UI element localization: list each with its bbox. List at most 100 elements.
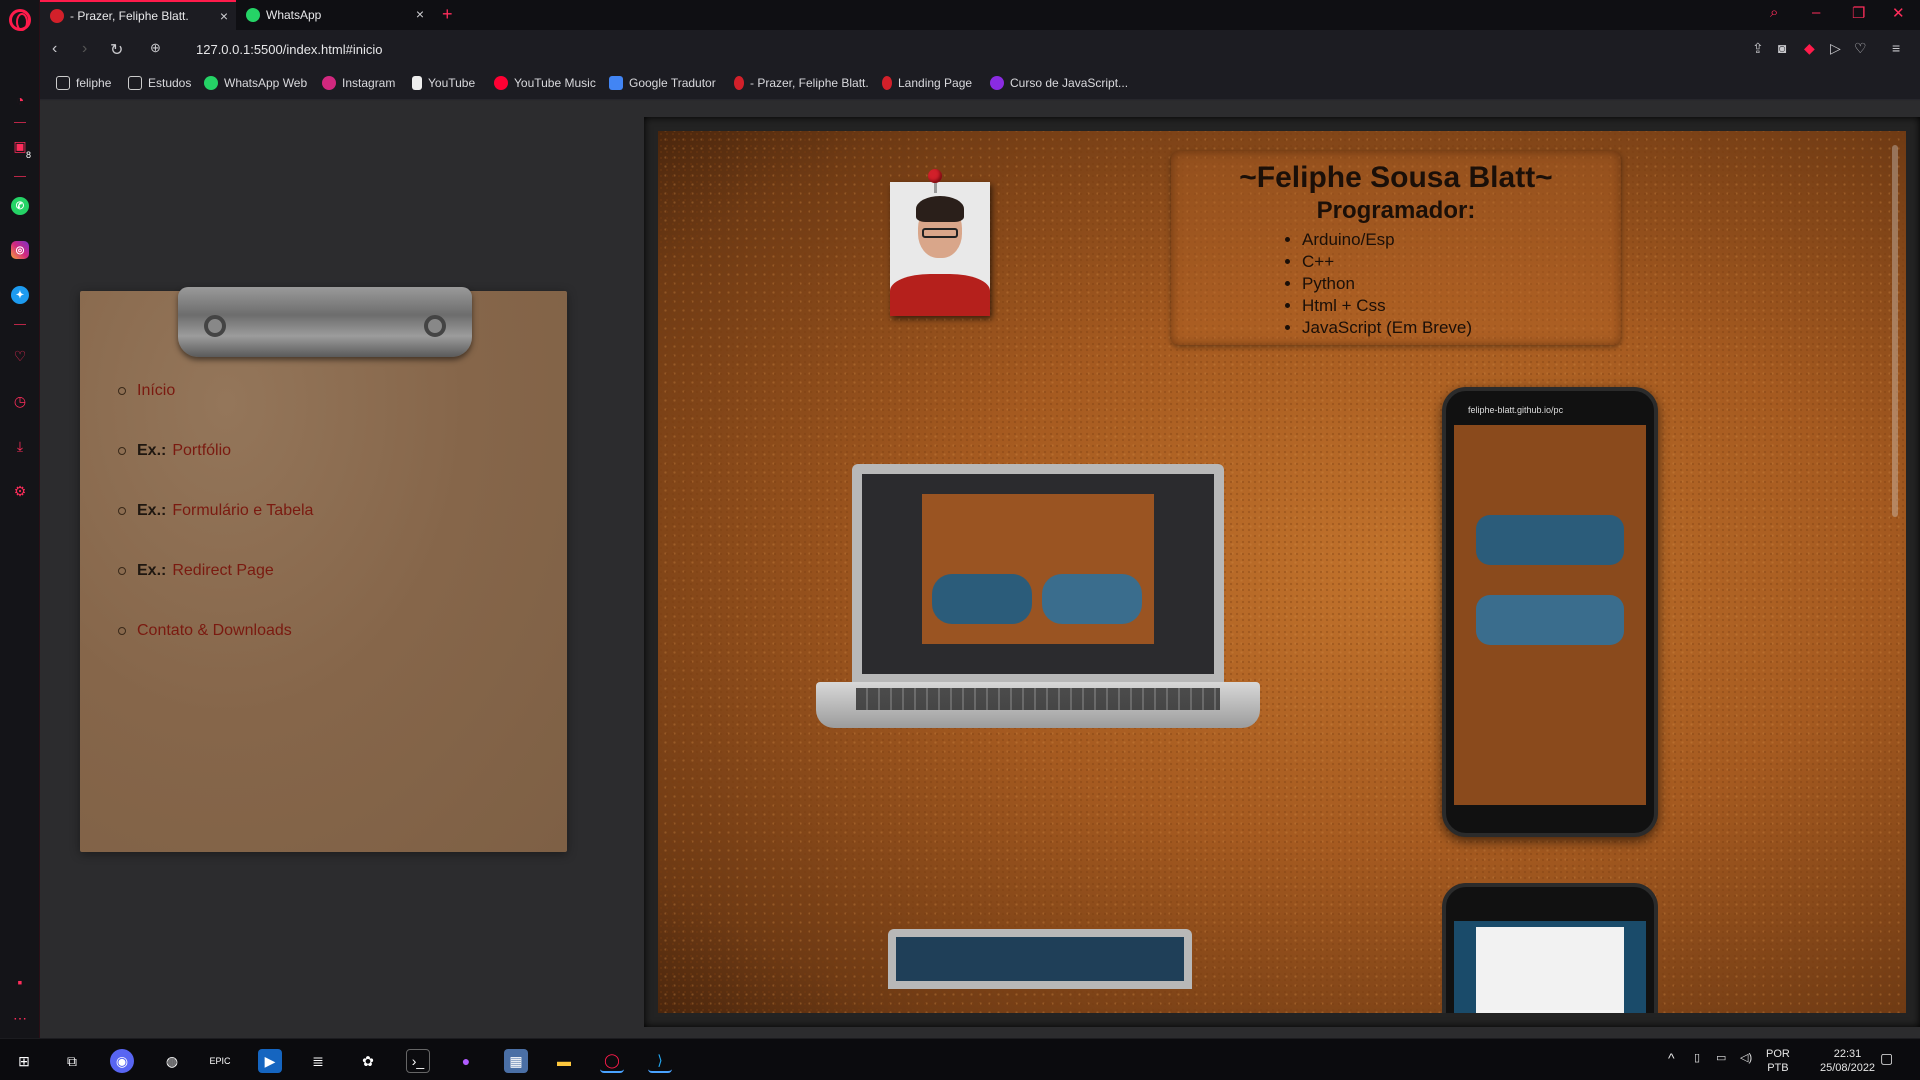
bookmark-whatsapp-web[interactable]: WhatsApp Web (204, 76, 307, 90)
network-icon[interactable]: ▭ (1716, 1051, 1726, 1065)
reload-icon[interactable]: ↻ (110, 40, 123, 60)
nav-link[interactable]: Formulário e Tabela (172, 502, 313, 520)
send-icon[interactable]: ▷ (1830, 40, 1841, 57)
discord-icon[interactable]: ◉ (110, 1049, 134, 1073)
settings-gear-icon[interactable]: ⚙ (10, 481, 30, 501)
files-stack-icon[interactable]: ≣ (306, 1049, 330, 1073)
file-icon (412, 76, 422, 90)
calculator-icon[interactable]: ▦ (504, 1049, 528, 1073)
speed-dial-icon[interactable]: ◔ (10, 90, 30, 110)
tab-label: - Prazer, Feliphe Blatt. (70, 9, 189, 23)
search-tabs-icon[interactable]: ⌕ (1770, 4, 1778, 21)
my-flow-heart-icon[interactable]: ♡ (1854, 40, 1867, 57)
tab-portfolio[interactable]: - Prazer, Feliphe Blatt. × (40, 0, 236, 30)
instagram-icon[interactable]: ◎ (10, 240, 30, 260)
nav-item-formulario-tabela[interactable]: Ex.: Formulário e Tabela (118, 481, 313, 541)
download-icon[interactable]: ⤓ (10, 436, 30, 456)
whatsapp-icon[interactable]: ✆ (10, 196, 30, 216)
volume-icon[interactable]: ◁) (1740, 1051, 1752, 1065)
app-icon[interactable]: ▶ (258, 1049, 282, 1073)
steam-icon[interactable]: ◍ (160, 1049, 184, 1073)
terminal-icon[interactable]: ›_ (406, 1049, 430, 1073)
battery-icon[interactable]: ▯ (1694, 1051, 1700, 1065)
sidebar-divider (14, 324, 26, 325)
phone-preview-table[interactable] (1442, 883, 1658, 1013)
history-icon[interactable]: ◷ (10, 391, 30, 411)
pin-icon (734, 76, 744, 90)
opera-logo-icon[interactable] (9, 9, 31, 31)
opera-gx-icon[interactable]: ◯ (600, 1049, 624, 1073)
extension-icon[interactable]: ▪ (10, 972, 30, 992)
skill-item: Html + Css (1302, 295, 1621, 317)
tab-whatsapp[interactable]: WhatsApp × (236, 0, 432, 30)
new-tab-button[interactable]: + (442, 4, 453, 25)
clock-date: 25/08/2022 (1820, 1062, 1876, 1074)
close-tab-icon[interactable]: × (220, 8, 228, 24)
nav-item-redirect-page[interactable]: Ex.: Redirect Page (118, 541, 313, 601)
pin-icon (882, 76, 892, 90)
app-icon[interactable]: ✿ (356, 1049, 380, 1073)
bookmark-youtube[interactable]: YouTube (412, 76, 475, 90)
bookmark-google-tradutor[interactable]: Google Tradutor (609, 76, 716, 90)
laptop-preview[interactable] (816, 464, 1260, 728)
whatsapp-icon (204, 76, 218, 90)
bookmark-feliphe[interactable]: feliphe (56, 76, 111, 90)
folder-icon (56, 76, 70, 90)
sidebar-divider (14, 122, 26, 123)
restore-button[interactable]: ❐ (1852, 4, 1865, 22)
site-info-icon[interactable]: ⊕ (150, 40, 161, 56)
close-window-button[interactable]: ✕ (1892, 4, 1905, 22)
clip-ring (204, 315, 226, 337)
more-options-icon[interactable]: ⋯ (10, 1008, 30, 1028)
heart-icon[interactable]: ♡ (10, 346, 30, 366)
twitter-icon[interactable]: ✦ (10, 285, 30, 305)
tab-label: WhatsApp (266, 8, 322, 22)
scrollbar[interactable] (1892, 145, 1898, 517)
notifications-icon[interactable]: ▢ (1880, 1051, 1893, 1065)
url-field[interactable]: 127.0.0.1:5500/index.html#inicio (196, 42, 382, 57)
back-icon[interactable]: ‹ (52, 40, 57, 58)
nav-link[interactable]: Contato & Downloads (137, 622, 292, 640)
easy-setup-icon[interactable]: ≡ (1892, 40, 1900, 56)
bookmark-estudos[interactable]: Estudos (128, 76, 191, 90)
nav-link[interactable]: Portfólio (172, 442, 231, 460)
snapshot-icon[interactable]: ◙ (1778, 40, 1786, 56)
bookmark-prazer[interactable]: - Prazer, Feliphe Blatt. (734, 76, 869, 90)
nav-link[interactable]: Início (137, 382, 175, 400)
shield-icon[interactable]: ◆ (1804, 40, 1815, 57)
laptop-preview-table[interactable] (888, 929, 1192, 989)
clock[interactable]: 22:31 25/08/2022 (1820, 1047, 1875, 1075)
phone-preview[interactable]: feliphe-blatt.github.io/pc (1442, 387, 1658, 837)
language-code: POR (1766, 1048, 1790, 1060)
nav-prefix: Ex.: (137, 562, 167, 579)
phone-screen (1454, 425, 1646, 805)
bookmark-curso-javascript[interactable]: Curso de JavaScript... (990, 76, 1128, 90)
clipboard-clip (178, 287, 472, 357)
nav-item-portfolio[interactable]: Ex.: Portfólio (118, 421, 313, 481)
folder-icon (128, 76, 142, 90)
tab-bar: - Prazer, Feliphe Blatt. × WhatsApp × + … (40, 0, 1920, 30)
google-translate-icon (609, 76, 623, 90)
nav-link[interactable]: Redirect Page (172, 562, 273, 580)
close-tab-icon[interactable]: × (416, 6, 424, 22)
vscode-icon[interactable]: ⟩ (648, 1049, 672, 1073)
laptop-screen (852, 464, 1224, 684)
bookmark-youtube-music[interactable]: YouTube Music (494, 76, 596, 90)
nav-item-contato-downloads[interactable]: Contato & Downloads (118, 601, 313, 661)
nav-item-inicio[interactable]: Início (118, 361, 313, 421)
keyboard-layout: PTB (1767, 1062, 1789, 1074)
forward-icon[interactable]: › (82, 40, 87, 58)
file-explorer-icon[interactable]: ▬ (552, 1049, 576, 1073)
profile-photo (890, 182, 990, 316)
share-icon[interactable]: ⇪ (1752, 40, 1764, 57)
minimize-button[interactable]: – (1812, 4, 1820, 21)
epic-games-icon[interactable]: EPIC (208, 1049, 232, 1073)
profile-role: Programador: (1316, 197, 1476, 224)
bookmark-landing-page[interactable]: Landing Page (882, 76, 972, 90)
task-view-icon[interactable]: ⧉ (60, 1049, 84, 1073)
tray-chevron-icon[interactable]: ^ (1668, 1051, 1675, 1065)
app-icon[interactable]: ● (454, 1049, 478, 1073)
windows-start-icon[interactable]: ⊞ (12, 1049, 36, 1073)
language-indicator[interactable]: POR PTB (1766, 1047, 1790, 1075)
bookmark-instagram[interactable]: Instagram (322, 76, 395, 90)
